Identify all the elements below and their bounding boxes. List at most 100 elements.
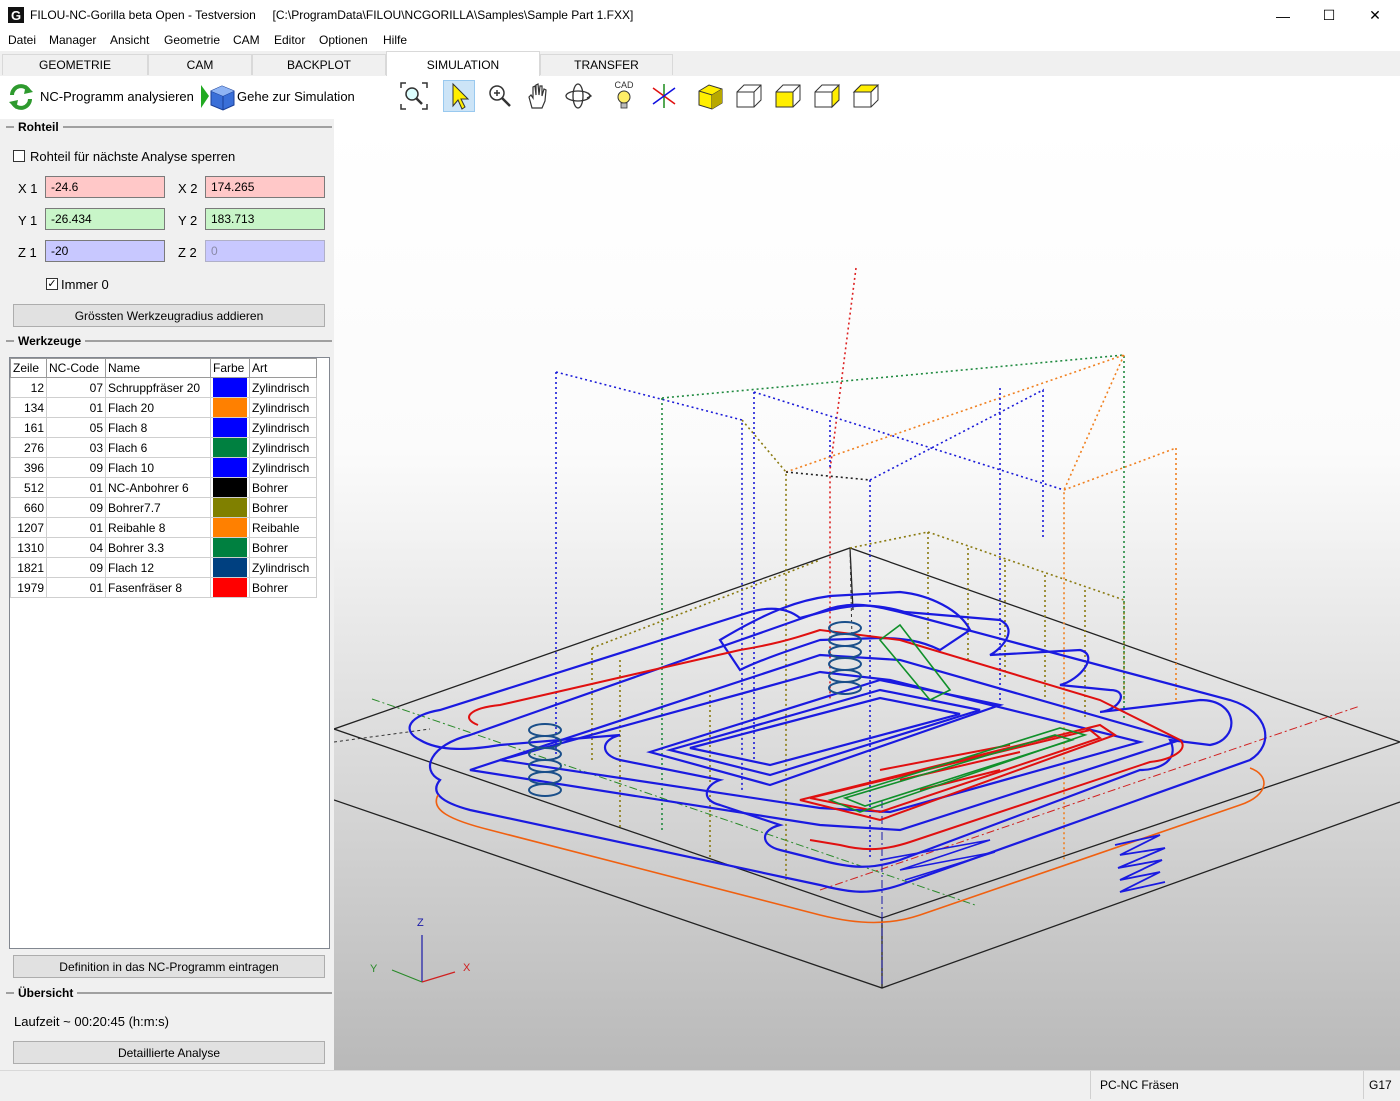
define-in-nc-program-button[interactable]: Definition in das NC-Programm eintragen: [13, 955, 325, 978]
tool-color-swatch[interactable]: [213, 518, 247, 537]
cell-art: Zylindrisch: [249, 557, 317, 578]
tool-color-swatch[interactable]: [213, 378, 247, 397]
cell-zeile: 134: [10, 397, 47, 418]
immer0-checkbox[interactable]: ✓: [46, 278, 58, 290]
minimize-button[interactable]: —: [1260, 0, 1306, 31]
x1-field[interactable]: [45, 176, 165, 198]
table-row[interactable]: 1821 09 Flach 12 Zylindrisch: [10, 557, 317, 578]
maximize-button[interactable]: ☐: [1306, 0, 1352, 31]
z2-label: Z 2: [178, 245, 197, 260]
menu-editor[interactable]: Editor: [274, 33, 305, 47]
cell-name: Flach 12: [105, 557, 211, 578]
cell-zeile: 660: [10, 497, 47, 518]
y2-label: Y 2: [178, 213, 198, 228]
view-side-cube-icon[interactable]: [811, 80, 843, 112]
toolpath-scene: Z Y X: [334, 267, 1400, 989]
tab-geometrie[interactable]: GEOMETRIE: [2, 54, 148, 75]
col-zeile[interactable]: Zeile: [10, 358, 47, 378]
view-front-cube-icon[interactable]: [733, 80, 765, 112]
table-row[interactable]: 512 01 NC-Anbohrer 6 Bohrer: [10, 477, 317, 498]
cell-name: Bohrer 3.3: [105, 537, 211, 558]
zoom-fit-icon[interactable]: [398, 80, 430, 112]
tool-color-swatch[interactable]: [213, 538, 247, 557]
axis-triad: [391, 935, 456, 983]
col-name[interactable]: Name: [105, 358, 211, 378]
zoom-in-icon[interactable]: [484, 80, 516, 112]
menu-cam[interactable]: CAM: [233, 33, 260, 47]
col-farbe[interactable]: Farbe: [210, 358, 250, 378]
cell-art: Reibahle: [249, 517, 317, 538]
menu-datei[interactable]: Datei: [8, 33, 36, 47]
cell-farbe: [210, 397, 250, 418]
lock-rohteil-checkbox[interactable]: [13, 150, 25, 162]
z2-field[interactable]: [205, 240, 325, 262]
cell-zeile: 12: [10, 377, 47, 398]
tool-color-swatch[interactable]: [213, 498, 247, 517]
cell-nc-code: 09: [46, 557, 106, 578]
table-row[interactable]: 134 01 Flach 20 Zylindrisch: [10, 397, 317, 418]
tab-transfer[interactable]: TRANSFER: [540, 54, 673, 75]
axis-x-label: X: [463, 962, 471, 974]
col-nc-code[interactable]: NC-Code: [46, 358, 106, 378]
svg-text:CAD: CAD: [614, 80, 634, 90]
view-iso-cube-icon[interactable]: [850, 80, 882, 112]
table-row[interactable]: 276 03 Flach 6 Zylindrisch: [10, 437, 317, 458]
table-row[interactable]: 660 09 Bohrer7.7 Bohrer: [10, 497, 317, 518]
refresh-analyze-icon[interactable]: [6, 82, 36, 112]
close-button[interactable]: ✕: [1352, 0, 1398, 31]
y1-field[interactable]: [45, 208, 165, 230]
y2-field[interactable]: [205, 208, 325, 230]
cell-farbe: [210, 577, 250, 598]
cell-nc-code: 01: [46, 397, 106, 418]
cell-zeile: 512: [10, 477, 47, 498]
detailed-analysis-button[interactable]: Detaillierte Analyse: [13, 1041, 325, 1064]
tool-color-swatch[interactable]: [213, 438, 247, 457]
menu-geometrie[interactable]: Geometrie: [164, 33, 220, 47]
cell-farbe: [210, 517, 250, 538]
tool-color-swatch[interactable]: [213, 398, 247, 417]
table-row[interactable]: 1207 01 Reibahle 8 Reibahle: [10, 517, 317, 538]
tool-color-swatch[interactable]: [213, 418, 247, 437]
cell-farbe: [210, 557, 250, 578]
cell-zeile: 1207: [10, 517, 47, 538]
table-row[interactable]: 161 05 Flach 8 Zylindrisch: [10, 417, 317, 438]
rotate-orbit-icon[interactable]: [562, 80, 594, 112]
goto-simulation-icon[interactable]: [200, 82, 236, 112]
select-pointer-icon[interactable]: [443, 80, 475, 112]
tab-backplot[interactable]: BACKPLOT: [252, 54, 386, 75]
table-row[interactable]: 1310 04 Bohrer 3.3 Bohrer: [10, 537, 317, 558]
drill-helix-left: [528, 723, 562, 797]
cell-nc-code: 04: [46, 537, 106, 558]
table-row[interactable]: 12 07 Schruppfräser 20 Zylindrisch: [10, 377, 317, 398]
cell-nc-code: 03: [46, 437, 106, 458]
solid-cube-icon[interactable]: [694, 80, 726, 112]
col-art[interactable]: Art: [249, 358, 317, 378]
tool-color-swatch[interactable]: [213, 558, 247, 577]
cell-farbe: [210, 437, 250, 458]
cell-art: Zylindrisch: [249, 417, 317, 438]
menu-manager[interactable]: Manager: [49, 33, 96, 47]
goto-simulation-button[interactable]: Gehe zur Simulation: [237, 89, 355, 104]
cell-art: Bohrer: [249, 577, 317, 598]
tab-cam[interactable]: CAM: [148, 54, 252, 75]
tab-simulation[interactable]: SIMULATION: [386, 51, 540, 77]
table-row[interactable]: 1979 01 Fasenfräser 8 Bohrer: [10, 577, 317, 598]
pan-hand-icon[interactable]: [522, 80, 554, 112]
cell-zeile: 1310: [10, 537, 47, 558]
menu-ansicht[interactable]: Ansicht: [110, 33, 149, 47]
menu-hilfe[interactable]: Hilfe: [383, 33, 407, 47]
add-max-tool-radius-button[interactable]: Grössten Werkzeugradius addieren: [13, 304, 325, 327]
axis-cross-icon[interactable]: [648, 80, 680, 112]
tool-color-swatch[interactable]: [213, 478, 247, 497]
tool-color-swatch[interactable]: [213, 458, 247, 477]
z1-field[interactable]: [45, 240, 165, 262]
cad-light-icon[interactable]: CAD: [608, 80, 640, 112]
x2-field[interactable]: [205, 176, 325, 198]
view-top-cube-icon[interactable]: [772, 80, 804, 112]
x1-label: X 1: [18, 181, 38, 196]
menu-optionen[interactable]: Optionen: [319, 33, 368, 47]
table-row[interactable]: 396 09 Flach 10 Zylindrisch: [10, 457, 317, 478]
tool-color-swatch[interactable]: [213, 578, 247, 597]
analyze-nc-program-button[interactable]: NC-Programm analysieren: [40, 89, 194, 104]
simulation-viewport[interactable]: Z Y X: [334, 119, 1400, 1070]
